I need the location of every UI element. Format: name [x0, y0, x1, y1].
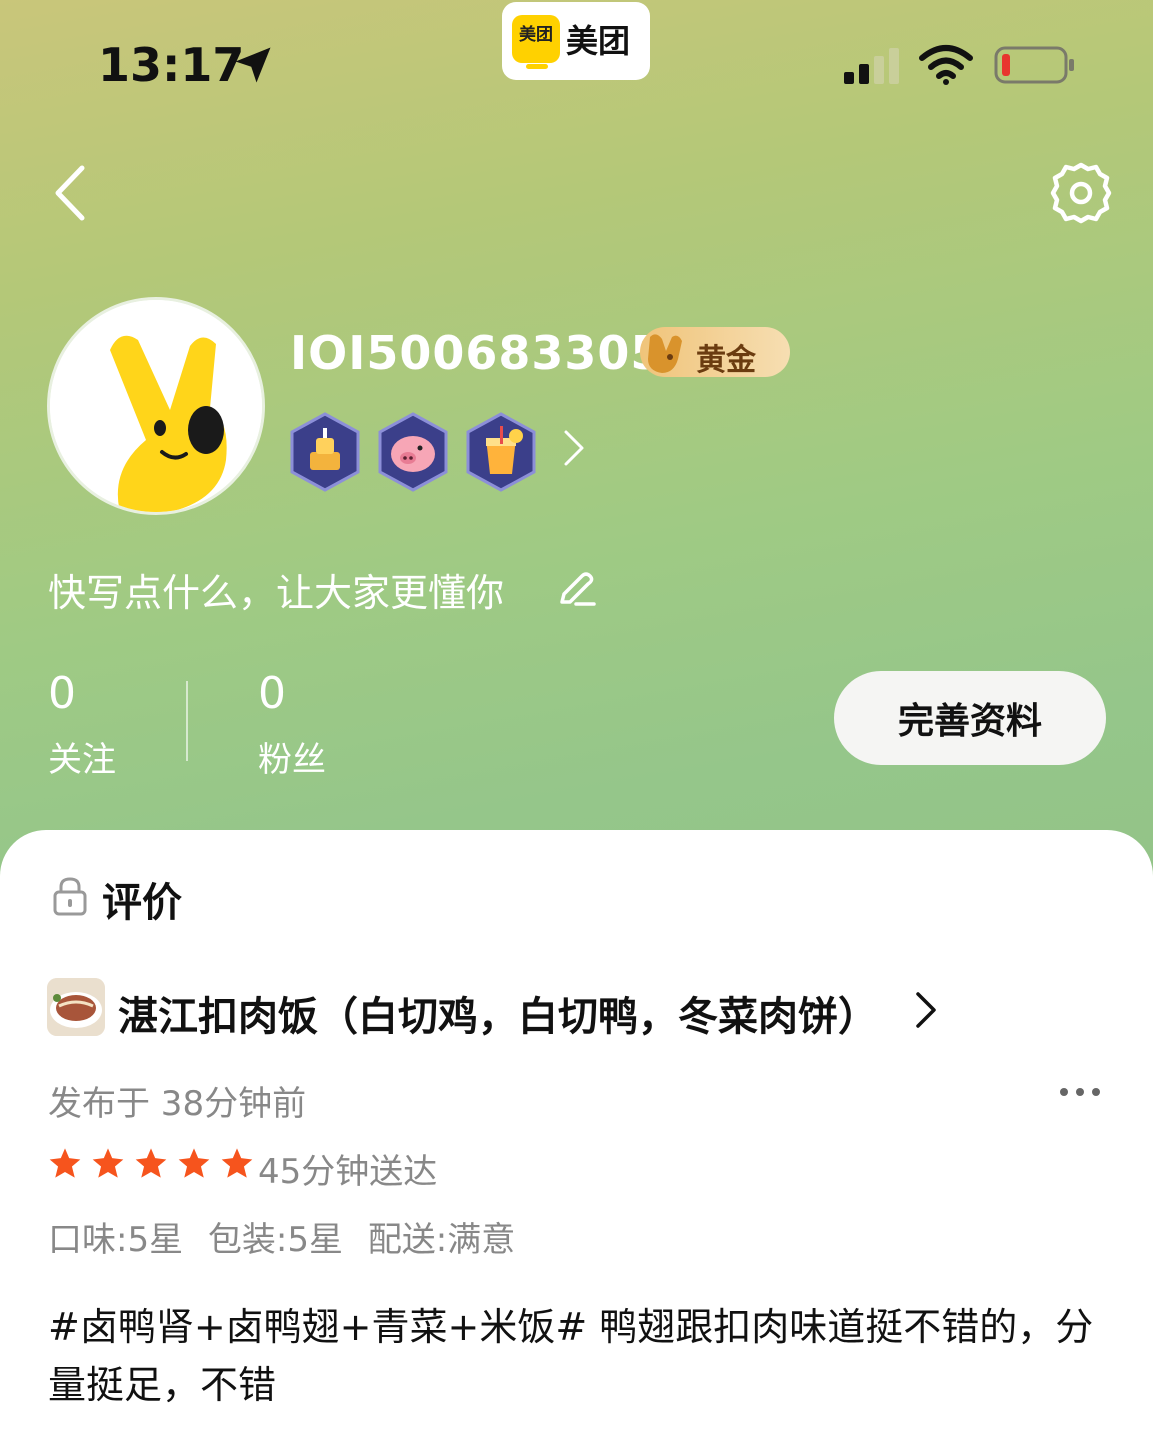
username: IOI500683305: [290, 326, 664, 380]
publish-time: 发布于 38分钟前: [48, 1084, 307, 1124]
followers-count[interactable]: 0: [258, 668, 286, 719]
packaging-rating: 包装:5星: [207, 1220, 343, 1260]
section-title: 评价: [102, 880, 182, 926]
cake-medal-icon[interactable]: [288, 412, 362, 492]
meituan-logo-icon: 美团: [512, 15, 560, 69]
delivery-rating: 配送:满意: [367, 1220, 516, 1260]
delivery-time: 45分钟送达: [258, 1152, 438, 1192]
followers-label[interactable]: 粉丝: [258, 732, 326, 781]
mascot-avatar-icon: [50, 300, 262, 512]
review-text[interactable]: #卤鸭肾+卤鸭翅+青菜+米饭# 鸭翅跟扣肉味道挺不错的，分量挺足，不错: [48, 1298, 1108, 1414]
taste-rating: 口味:5星: [48, 1220, 184, 1260]
following-label[interactable]: 关注: [48, 732, 116, 781]
level-badge[interactable]: 黄金: [640, 327, 790, 378]
piggy-medal-icon[interactable]: [376, 412, 450, 492]
sub-ratings: 口味:5星 包装:5星 配送:满意: [48, 1212, 529, 1261]
following-count[interactable]: 0: [48, 668, 76, 719]
gold-level-icon: [648, 334, 682, 373]
shop-thumbnail[interactable]: [47, 978, 105, 1036]
star-icon: [49, 1148, 81, 1178]
gear-icon[interactable]: [1048, 160, 1114, 226]
chevron-right-icon[interactable]: [912, 990, 940, 1030]
more-options-icon[interactable]: [1058, 1086, 1102, 1098]
star-icon: [178, 1148, 210, 1178]
star-icon: [92, 1148, 124, 1178]
level-badge-label: 黄金: [696, 343, 756, 378]
star-rating: [48, 1147, 258, 1183]
pencil-icon[interactable]: [556, 568, 596, 608]
profile-page: 13:17 美团 美团 IOI500683305 黄金 快写点什么，让大家更懂你…: [0, 0, 1153, 1429]
location-arrow-icon: [235, 47, 271, 83]
battery-low-icon: [994, 46, 1074, 84]
drink-medal-icon[interactable]: [464, 412, 538, 492]
status-time: 13:17: [98, 38, 245, 92]
star-icon: [135, 1148, 167, 1178]
wifi-icon: [919, 45, 973, 85]
reviews-card: 评价 湛江扣肉饭（白切鸡，白切鸭，冬菜肉饼） 发布于 38分钟前 45分钟送达 …: [0, 830, 1153, 1429]
lock-icon: [53, 877, 87, 916]
chevron-right-icon[interactable]: [562, 428, 586, 468]
food-thumbnail-icon: [47, 978, 105, 1036]
edit-profile-button[interactable]: 完善资料: [834, 671, 1106, 765]
star-icon: [222, 1148, 253, 1178]
stats-divider: [186, 681, 188, 761]
cellular-signal-icon: [844, 48, 899, 84]
app-badge[interactable]: 美团 美团: [502, 2, 650, 80]
bio-placeholder[interactable]: 快写点什么，让大家更懂你: [48, 562, 504, 617]
shop-name[interactable]: 湛江扣肉饭（白切鸡，白切鸭，冬菜肉饼）: [118, 984, 878, 1042]
status-bar: 13:17 美团 美团: [0, 0, 1153, 110]
app-name: 美团: [566, 22, 631, 60]
avatar[interactable]: [47, 297, 265, 515]
chevron-left-icon[interactable]: [50, 164, 90, 222]
